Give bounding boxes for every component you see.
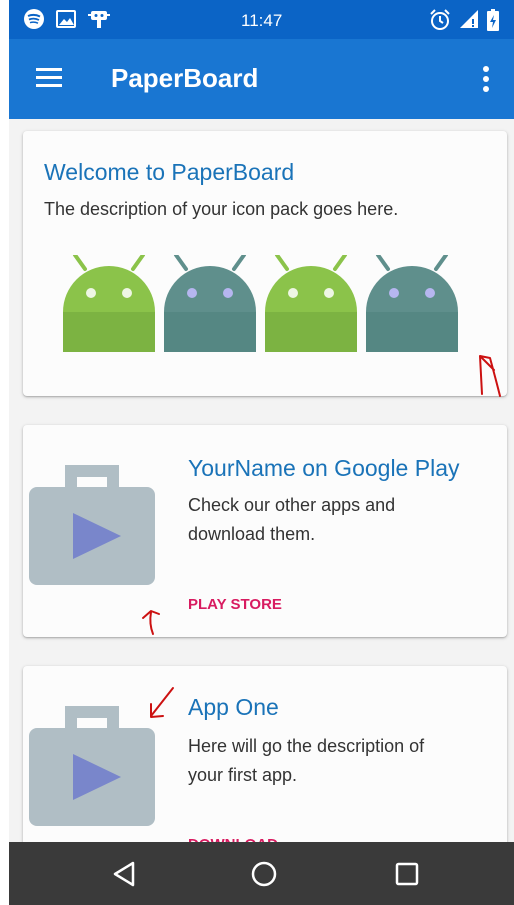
more-vert-icon[interactable] — [475, 63, 497, 95]
spotify-icon — [24, 9, 44, 29]
play-store-bag-icon — [29, 706, 155, 826]
annotation-arrow — [479, 355, 501, 397]
google-play-description-line: download them. — [188, 524, 316, 544]
google-play-card: YourName on Google Play Check our other … — [23, 425, 507, 637]
welcome-title: Welcome to PaperBoard — [44, 159, 295, 185]
annotation-arrow — [142, 610, 160, 635]
google-play-title: YourName on Google Play — [188, 455, 460, 481]
play-store-button[interactable]: PLAY STORE — [188, 596, 282, 613]
app-title: PaperBoard — [111, 63, 259, 93]
android-robot-icon — [63, 255, 155, 352]
app-one-description-line: your first app. — [188, 765, 298, 785]
alarm-icon — [430, 9, 450, 30]
recents-icon[interactable] — [394, 860, 420, 888]
signal-icon — [460, 10, 478, 28]
android-robots-illustration — [63, 255, 458, 352]
app-one-title: App One — [188, 694, 279, 720]
app-screen: 11:47 PaperBoard Welcome to PaperBoard T… — [9, 0, 514, 905]
image-icon — [56, 10, 76, 28]
android-robot-icon — [265, 255, 357, 352]
welcome-card: Welcome to PaperBoard The description of… — [23, 131, 507, 396]
battery-icon — [487, 9, 499, 31]
google-play-description-line: Check our other apps and — [188, 495, 396, 515]
back-icon[interactable] — [111, 860, 137, 888]
android-robot-icon — [164, 255, 256, 352]
home-icon[interactable] — [250, 860, 278, 888]
app-one-description-line: Here will go the description of — [188, 736, 425, 756]
status-bar: 11:47 — [9, 0, 514, 39]
debug-icon — [88, 11, 110, 28]
app-bar: PaperBoard — [9, 39, 514, 119]
play-store-bag-icon — [29, 465, 155, 585]
hamburger-menu-icon[interactable] — [34, 65, 64, 91]
android-robot-icon — [366, 255, 458, 352]
annotation-arrow — [150, 687, 174, 718]
welcome-description: The description of your icon pack goes h… — [44, 199, 399, 219]
navigation-bar — [9, 842, 514, 905]
status-time: 11:47 — [241, 11, 283, 30]
